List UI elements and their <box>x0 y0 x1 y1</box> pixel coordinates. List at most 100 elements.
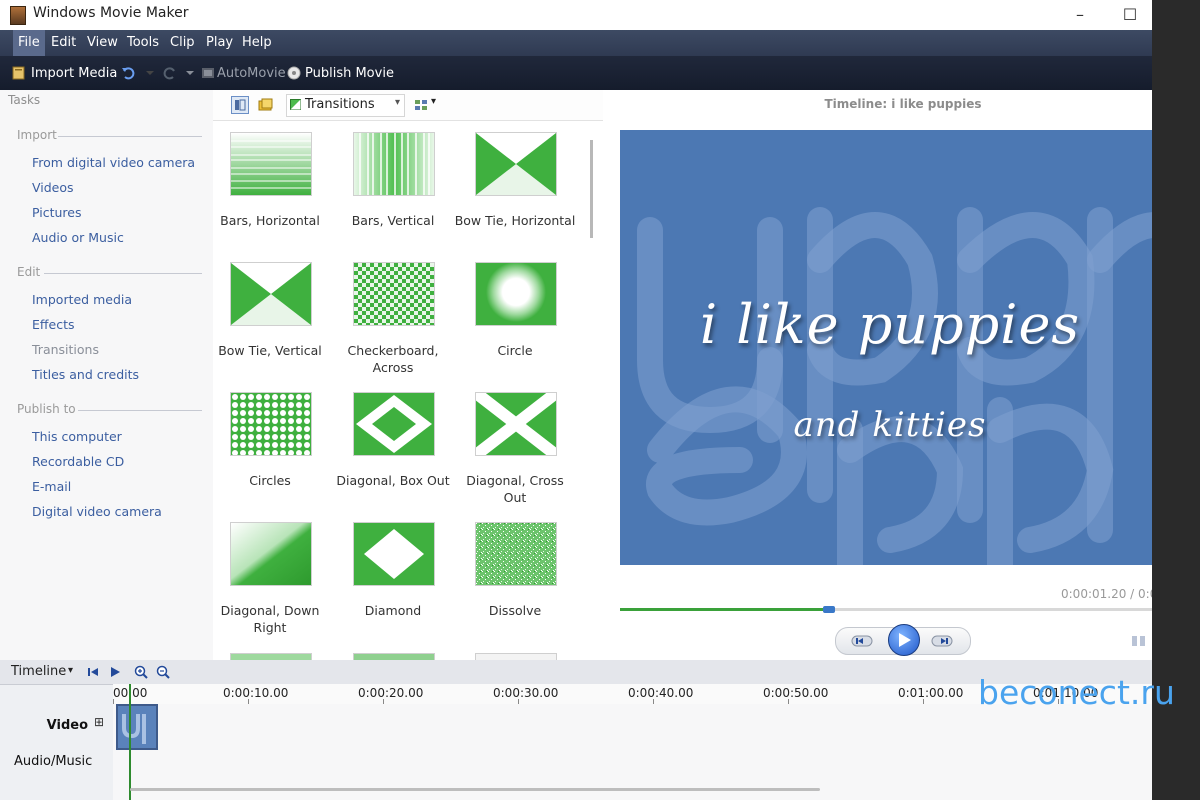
task-pictures[interactable]: Pictures <box>32 205 82 220</box>
import-media-button[interactable]: Import Media <box>31 64 117 84</box>
task-digital-video-camera[interactable]: Digital video camera <box>32 504 162 519</box>
menu-help[interactable]: Help <box>237 30 277 56</box>
redo-icon[interactable] <box>163 66 177 80</box>
undo-dropdown-icon[interactable] <box>143 66 157 80</box>
views-icon[interactable] <box>413 96 431 114</box>
automovie-icon <box>202 68 214 78</box>
collection-dropdown-value: Transitions <box>305 97 375 112</box>
seek-bar[interactable] <box>620 606 1152 613</box>
title-bar: Windows Movie Maker – ☐ <box>0 0 1152 30</box>
circles-icon <box>230 392 312 456</box>
audio-music-track-label: Audio/Music <box>14 754 93 769</box>
ruler-tick-label: 0:01:00.00 <box>898 686 964 700</box>
transition-tile[interactable]: Circles <box>213 392 333 517</box>
ruler-tick-label: 0:00:50.00 <box>763 686 829 700</box>
diagonal-cross-out-icon <box>475 392 557 456</box>
transition-tile[interactable]: Bow Tie, Horizontal <box>455 132 578 257</box>
preview-pane: Timeline: i like puppies i like puppies … <box>603 90 1152 660</box>
transition-tile[interactable]: Bow Tie, Vertical <box>213 262 333 387</box>
transition-label: Bow Tie, Horizontal <box>454 213 576 228</box>
watermark-text: beconect.ru <box>978 673 1175 712</box>
transition-tile[interactable]: Circle <box>458 262 578 387</box>
collection-dropdown[interactable]: Transitions ▾ <box>286 94 405 117</box>
task-audio-or-music[interactable]: Audio or Music <box>32 230 124 245</box>
transition-tile[interactable]: Diamond <box>336 522 456 647</box>
transition-label: Bars, Horizontal <box>220 213 320 228</box>
minimize-button[interactable]: – <box>1060 3 1100 27</box>
dissolve-icon <box>475 522 557 586</box>
toolbar: Import Media AutoMovie Publish Movie <box>0 56 1152 90</box>
title-overlay-track[interactable] <box>113 772 1152 800</box>
publish-movie-button[interactable]: Publish Movie <box>305 64 394 84</box>
diagonal-box-out-icon <box>353 392 435 456</box>
seek-thumb[interactable] <box>822 606 835 613</box>
menu-edit[interactable]: Edit <box>46 30 81 56</box>
transitions-pane: Transitions ▾ ▾ Bars, Horizontal Bars, V… <box>213 90 603 661</box>
ruler-tick-label: 0:00:30.00 <box>493 686 559 700</box>
collections-folder-icon[interactable] <box>257 96 275 114</box>
collection-scrollbar[interactable] <box>590 140 593 238</box>
audio-music-track[interactable] <box>113 750 1152 773</box>
menu-tools[interactable]: Tools <box>122 30 164 56</box>
zoom-in-icon[interactable] <box>134 665 148 679</box>
preview-title: Timeline: i like puppies <box>824 97 982 111</box>
transition-tile[interactable]: Dissolve <box>458 522 578 647</box>
transition-label: Dissolve <box>488 603 542 618</box>
bow-tie-vertical-icon <box>230 262 312 326</box>
task-this-computer[interactable]: This computer <box>32 429 122 444</box>
transition-tile[interactable]: Diagonal, Cross Out <box>458 392 578 517</box>
task-transitions[interactable]: Transitions <box>32 342 99 357</box>
section-import-title: Import <box>17 128 57 142</box>
menu-file[interactable]: File <box>13 30 45 56</box>
tasks-toggle-icon[interactable] <box>231 96 249 114</box>
divider <box>44 273 202 274</box>
transition-label: Diagonal, Box Out <box>336 473 450 488</box>
undo-icon[interactable] <box>121 66 135 80</box>
transition-tile[interactable]: Diagonal, Box Out <box>336 392 456 517</box>
transition-label: Bow Tie, Vertical <box>218 343 322 358</box>
task-recordable-cd[interactable]: Recordable CD <box>32 454 124 469</box>
transition-tile[interactable]: Checkerboard, Across <box>336 262 456 387</box>
play-timeline-icon[interactable] <box>108 665 122 679</box>
transitions-icon <box>290 99 301 110</box>
maximize-button[interactable]: ☐ <box>1110 3 1150 27</box>
diamond-icon <box>353 522 435 586</box>
menu-view[interactable]: View <box>82 30 123 56</box>
chevron-down-icon[interactable]: ▾ <box>68 665 73 676</box>
task-effects[interactable]: Effects <box>32 317 75 332</box>
bars-vertical-icon <box>353 132 435 196</box>
video-title-line1: i like puppies <box>699 293 1081 356</box>
zoom-out-icon[interactable] <box>156 665 170 679</box>
transition-label: Checkerboard, Across <box>347 343 439 375</box>
timeline-view-toggle[interactable]: Timeline <box>11 664 66 679</box>
transition-tile[interactable]: Bars, Horizontal <box>213 132 333 257</box>
transition-tile[interactable]: Diagonal, Down Right <box>213 522 333 647</box>
task-titles-and-credits[interactable]: Titles and credits <box>32 367 139 382</box>
transition-tile[interactable]: Bars, Vertical <box>336 132 456 257</box>
expand-track-icon[interactable]: ⊞ <box>94 715 104 729</box>
automovie-button[interactable]: AutoMovie <box>217 64 286 84</box>
playback-controls <box>835 624 971 656</box>
video-clip[interactable] <box>116 704 158 750</box>
menu-play[interactable]: Play <box>201 30 238 56</box>
views-dropdown-icon[interactable]: ▾ <box>431 96 436 107</box>
chevron-down-icon: ▾ <box>394 97 400 108</box>
task-e-mail[interactable]: E-mail <box>32 479 71 494</box>
rewind-timeline-icon[interactable] <box>86 665 100 679</box>
film-app-icon <box>10 6 26 25</box>
task-imported-media[interactable]: Imported media <box>32 292 132 307</box>
task-videos[interactable]: Videos <box>32 180 74 195</box>
bow-tie-horizontal-icon <box>475 132 557 196</box>
section-publish-title: Publish to <box>17 402 76 416</box>
task-from-digital-video-camera[interactable]: From digital video camera <box>32 155 195 170</box>
split-clip-icon[interactable] <box>1131 634 1147 648</box>
playhead[interactable] <box>129 684 131 800</box>
timeline-scrollbar[interactable] <box>130 788 820 791</box>
redo-dropdown-icon[interactable] <box>183 66 197 80</box>
menu-clip[interactable]: Clip <box>165 30 200 56</box>
circle-icon <box>475 262 557 326</box>
ruler-tick-label: 0:00:40.00 <box>628 686 694 700</box>
play-button[interactable] <box>888 624 920 656</box>
next-frame-icon[interactable] <box>930 633 954 649</box>
previous-frame-icon[interactable] <box>850 633 874 649</box>
